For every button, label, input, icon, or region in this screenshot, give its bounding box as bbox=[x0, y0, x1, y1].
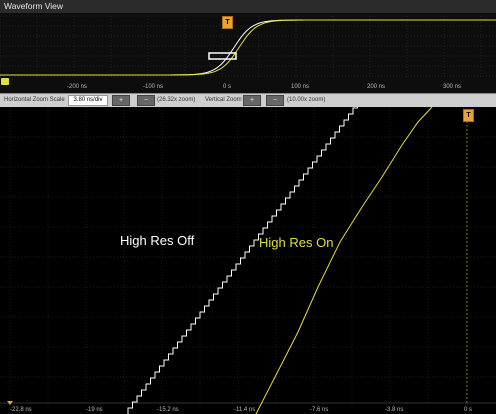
channel-marker-icon[interactable] bbox=[1, 78, 9, 85]
time-marker-icon[interactable] bbox=[7, 401, 13, 405]
v-zoom-minus-button[interactable]: − bbox=[266, 95, 284, 106]
overview-tick: -100 ns bbox=[143, 84, 164, 90]
zoom-tick: -19 ns bbox=[86, 407, 103, 413]
v-zoom-label: Vertical Zoom bbox=[205, 97, 242, 103]
title-bar: Waveform View bbox=[0, 0, 496, 14]
h-zoom-minus-button[interactable]: − bbox=[137, 95, 155, 106]
overview-trace-on bbox=[0, 19, 496, 76]
overview-tick: 200 ns bbox=[367, 84, 386, 90]
h-zoom-label: Horizontal Zoom Scale bbox=[4, 97, 65, 103]
trigger-t-icon[interactable]: T bbox=[222, 16, 233, 29]
high-res-off-label: High Res Off bbox=[120, 233, 195, 248]
zoom-tick: -7.6 ns bbox=[310, 407, 329, 413]
overview-plot bbox=[0, 15, 496, 79]
high-res-on-label: High Res On bbox=[259, 235, 334, 250]
h-zoom-scale-field[interactable]: 3.80 ns/div bbox=[68, 95, 108, 106]
overview-tick: 0 s bbox=[223, 84, 232, 90]
overview-tick: -200 ns bbox=[67, 84, 88, 90]
zoom-trigger-t-icon[interactable]: T bbox=[463, 109, 474, 122]
zoom-tick: -3.8 ns bbox=[385, 407, 404, 413]
zoom-control-bar: Horizontal Zoom Scale 3.80 ns/div + − (2… bbox=[0, 93, 496, 108]
overview-tick: 100 ns bbox=[291, 84, 310, 90]
zoom-tick: 0 s bbox=[464, 407, 473, 413]
zoomed-waveform-pane[interactable]: T High Res Off High Res On -22.8 ns -19 … bbox=[0, 107, 496, 414]
zoomed-plot bbox=[0, 107, 496, 414]
window-title: Waveform View bbox=[4, 1, 64, 11]
overview-trace-off bbox=[0, 19, 496, 76]
zoom-tick: -22.8 ns bbox=[10, 407, 32, 413]
h-zoom-factor: (26.32x zoom) bbox=[157, 97, 196, 103]
v-zoom-factor: (10.00x zoom) bbox=[287, 97, 326, 103]
overview-tick: 300 ns bbox=[443, 84, 462, 90]
zoom-tick: -15.2 ns bbox=[157, 407, 179, 413]
trace-high-res-off bbox=[127, 107, 358, 414]
trace-high-res-on bbox=[255, 107, 433, 414]
h-zoom-plus-button[interactable]: + bbox=[112, 95, 130, 106]
v-zoom-plus-button[interactable]: + bbox=[243, 95, 261, 106]
overview-pane[interactable]: T -200 ns -100 ns 0 s 100 ns 200 ns 300 … bbox=[0, 13, 496, 93]
zoom-tick: -11.4 ns bbox=[234, 407, 256, 413]
